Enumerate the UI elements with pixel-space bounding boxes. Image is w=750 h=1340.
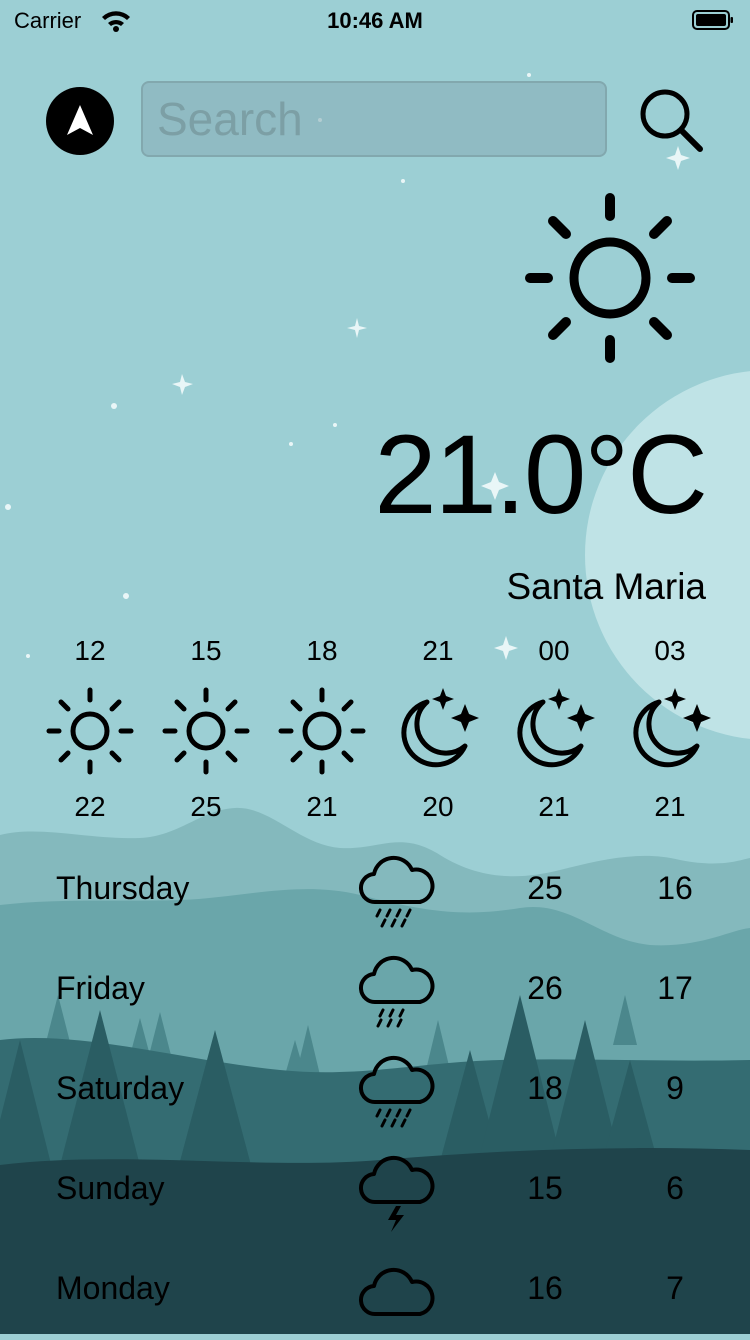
day-min-temp: 9 (666, 1070, 684, 1106)
day-max-temp: 26 (527, 970, 563, 1006)
hourly-time: 21 (422, 635, 454, 666)
day-name: Sunday (56, 1170, 165, 1206)
hourly-item: 18 21 (264, 634, 380, 824)
hourly-temp: 25 (190, 791, 222, 822)
day-max-temp: 25 (527, 870, 563, 906)
day-name: Monday (56, 1270, 170, 1306)
cloud-rain-icon (358, 855, 435, 928)
moon-stars-icon (401, 688, 479, 768)
hourly-time: 18 (306, 635, 338, 666)
daily-forecast: Thursday 25 16 Friday 26 17 Saturday 18 … (0, 840, 750, 1340)
day-max-temp: 16 (527, 1270, 563, 1306)
day-min-temp: 6 (666, 1170, 684, 1206)
hourly-item: 21 20 (380, 634, 496, 824)
hourly-temp: 20 (422, 791, 454, 822)
hourly-item: 03 21 (612, 634, 728, 824)
cloud-icon (358, 1267, 435, 1317)
hourly-item: 12 22 (32, 634, 148, 824)
moon-stars-icon (633, 688, 711, 768)
hourly-item: 00 21 (496, 634, 612, 824)
status-bar: Carrier 10:46 AM (0, 0, 750, 40)
day-min-temp: 17 (657, 970, 693, 1006)
location-button[interactable] (46, 87, 114, 155)
city-name: Santa Maria (506, 566, 707, 607)
search-input[interactable] (141, 81, 607, 157)
search-icon[interactable] (636, 85, 706, 155)
hourly-temp: 21 (654, 791, 686, 822)
cloud-rain-icon (358, 1055, 435, 1128)
moon-stars-icon (517, 688, 595, 768)
hourly-temp: 21 (538, 791, 570, 822)
sun-icon (162, 687, 250, 775)
hourly-time: 12 (74, 635, 106, 666)
daily-row: Friday 26 17 (0, 940, 750, 1040)
hourly-item: 15 25 (148, 634, 264, 824)
status-time: 10:46 AM (327, 8, 423, 33)
daily-row: Thursday 25 16 (0, 840, 750, 940)
cloud-rain-icon (358, 955, 435, 1028)
daily-row: Saturday 18 9 (0, 1040, 750, 1140)
cloud-bolt-icon (358, 1155, 435, 1232)
sun-icon (46, 687, 134, 775)
hourly-temp: 22 (74, 791, 106, 822)
day-name: Saturday (56, 1070, 185, 1106)
sun-icon (278, 687, 366, 775)
hourly-time: 15 (190, 635, 222, 666)
hourly-time: 03 (654, 635, 686, 666)
day-max-temp: 18 (527, 1070, 563, 1106)
daily-row: Monday 16 7 (0, 1240, 750, 1340)
day-min-temp: 7 (666, 1270, 684, 1306)
hourly-forecast: 12 22 15 25 18 21 21 20 00 21 03 21 (32, 634, 728, 824)
battery-icon (692, 10, 733, 30)
current-temperature: 21.0°C (374, 412, 708, 537)
daily-row: Sunday 15 6 (0, 1140, 750, 1240)
day-max-temp: 15 (527, 1170, 563, 1206)
location-arrow-icon (67, 105, 93, 135)
hourly-time: 00 (538, 635, 570, 666)
sun-icon (525, 193, 695, 363)
day-min-temp: 16 (657, 870, 693, 906)
day-name: Friday (56, 970, 145, 1006)
hourly-temp: 21 (306, 791, 338, 822)
day-name: Thursday (56, 870, 190, 906)
